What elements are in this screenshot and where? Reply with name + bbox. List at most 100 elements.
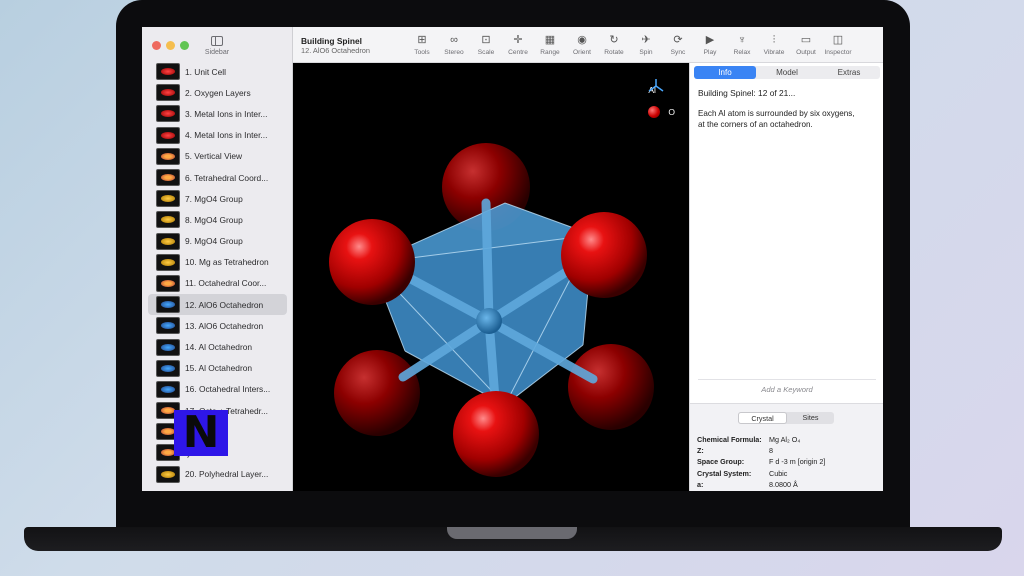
inspector-panel: Info Model Extras Building Spinel: 12 of… — [689, 63, 883, 491]
sidebar-item[interactable]: 6. Tetrahedral Coord... — [148, 167, 287, 188]
sidebar-item[interactable]: 16. Octahedral Inters... — [148, 379, 287, 400]
glasses-icon: ∞ — [450, 34, 458, 46]
legend-al: Al — [648, 79, 675, 101]
sidebar-item[interactable]: 9. MgO4 Group — [148, 231, 287, 252]
slide-thumbnail — [156, 359, 180, 377]
toolbar-label: Inspector — [824, 49, 852, 56]
sidebar-item-label: 9. MgO4 Group — [185, 236, 243, 247]
output-button[interactable]: ▭ Output — [790, 33, 822, 56]
slide-thumbnail — [156, 380, 180, 398]
sidebar-item-label: 15. Al Octahedron — [185, 363, 253, 374]
slide-thumbnail — [156, 169, 180, 187]
tab-info[interactable]: Info — [694, 66, 756, 79]
sidebar-item[interactable]: 10. Mg as Tetrahedron — [148, 252, 287, 273]
slide-thumbnail — [156, 105, 180, 123]
sidebar-item[interactable]: 14. Al Octahedron — [148, 336, 287, 357]
rotate-icon: ↻ — [609, 34, 619, 46]
slide-thumbnail — [156, 338, 180, 356]
slide-thumbnail — [156, 147, 180, 165]
property-value: 8 — [769, 446, 773, 456]
oxygen-sphere-bottom — [453, 391, 539, 477]
sidebar-item-label: 5. Vertical View — [185, 151, 243, 162]
range-button[interactable]: ▦ Range — [534, 33, 566, 56]
slide-thumbnail — [156, 84, 180, 102]
tab-extras[interactable]: Extras — [818, 66, 880, 79]
sidebar-item[interactable]: 3. Metal Ions in Inter... — [148, 103, 287, 124]
octahedron-model — [329, 143, 654, 477]
toolbar-label: Range — [540, 49, 560, 56]
tab-model[interactable]: Model — [756, 66, 818, 79]
sidebar-toggle-button[interactable]: Sidebar — [200, 36, 234, 56]
sidebar-item[interactable]: 11. Octahedral Coor... — [148, 273, 287, 294]
toolbar-label: Spin — [639, 49, 653, 56]
legend-o-label: O — [668, 107, 675, 117]
property-key: a: — [697, 479, 704, 489]
sidebar: Sidebar 1. Unit Cell 2. Oxygen Layers 3. M… — [142, 27, 293, 491]
slide-thumbnail — [156, 126, 180, 144]
relax-button[interactable]: ♆ Relax — [726, 33, 758, 56]
sidebar-item-label: 20. Polyhedral Layer... — [185, 469, 269, 480]
sidebar-item[interactable]: 2. Oxygen Layers — [148, 82, 287, 103]
sidebar-item[interactable]: 8. MgO4 Group — [148, 209, 287, 230]
segment-sites[interactable]: Sites — [787, 412, 834, 424]
property-key: Crystal System: — [697, 468, 752, 478]
rotate-button[interactable]: ↻ Rotate — [598, 33, 630, 56]
property-row: Z: 8 — [697, 446, 825, 457]
sidebar-item[interactable]: 4. Metal Ions in Inter... — [148, 125, 287, 146]
relax-icon: ♆ — [737, 34, 747, 46]
legend-o: O — [648, 101, 675, 123]
sidebar-item[interactable]: 7. MgO4 Group — [148, 188, 287, 209]
segment-crystal[interactable]: Crystal — [738, 412, 787, 424]
axes-icon — [648, 79, 664, 92]
slide-thumbnail — [156, 190, 180, 208]
property-value: Cubic — [769, 468, 788, 478]
sidebar-item-label: 16. Octahedral Inters... — [185, 384, 271, 395]
property-value: 8.0800 Å — [769, 479, 798, 489]
sidebar-item-label: 11. Octahedral Coor... — [185, 278, 267, 289]
oxygen-sphere-icon — [648, 106, 661, 118]
sidebar-item-label: 8. MgO4 Group — [185, 214, 243, 225]
minimize-button[interactable] — [166, 41, 175, 50]
info-title: Building Spinel: 12 of 21... — [698, 88, 796, 98]
document-subtitle: 12. AlO6 Octahedron — [301, 46, 371, 55]
grid-icon: ▦ — [544, 34, 556, 46]
scale-button[interactable]: ⊡ Scale — [470, 33, 502, 56]
property-value: F d -3 m [origin 2] — [769, 457, 826, 467]
property-key: Z: — [697, 446, 704, 456]
oxygen-sphere-back-left — [334, 350, 420, 436]
vibrate-button[interactable]: ⫶ Vibrate — [758, 33, 790, 56]
stereo-button[interactable]: ∞ Stereo — [438, 33, 470, 56]
briefcase-icon: ⊞ — [417, 34, 427, 46]
sidebar-item[interactable]: 5. Vertical View — [148, 146, 287, 167]
crosshair-icon: ✛ — [513, 34, 523, 46]
toolbar-label: Sync — [670, 49, 686, 56]
toolbar: ⊞ Tools ∞ Stereo ⊡ Scale ✛ Centre ▦ Range ◉ Orient ↻… — [406, 33, 854, 56]
close-button[interactable] — [152, 41, 161, 50]
centre-button[interactable]: ✛ Centre — [502, 33, 534, 56]
sync-button[interactable]: ⟳ Sync — [662, 33, 694, 56]
sidebar-item[interactable]: 12. AlO6 Octahedron — [148, 294, 287, 316]
add-keyword-field[interactable]: Add a Keyword — [690, 385, 883, 394]
sidebar-item[interactable]: 13. AlO6 Octahedron — [148, 315, 287, 336]
slide-thumbnail — [156, 465, 180, 483]
n-logo-badge: N — [174, 410, 228, 456]
spin-button[interactable]: ✈ Spin — [630, 33, 662, 56]
slide-thumbnail — [156, 253, 180, 271]
sidebar-item[interactable]: 20. Polyhedral Layer... — [148, 464, 287, 485]
details-segmented-control: Crystal Sites — [738, 412, 834, 424]
toolbar-label: Vibrate — [763, 49, 785, 56]
sidebar-item[interactable]: 1. Unit Cell — [148, 61, 287, 82]
window-controls — [152, 41, 189, 50]
play-button[interactable]: ▶ Play — [694, 33, 726, 56]
structure-viewport[interactable]: Al O — [293, 63, 689, 491]
scale-icon: ⊡ — [481, 34, 491, 46]
oxygen-sphere-right — [561, 212, 647, 298]
aluminium-atom — [476, 308, 502, 334]
app-window: Sidebar 1. Unit Cell 2. Oxygen Layers 3. M… — [142, 27, 883, 491]
inspector-button[interactable]: ◫ Inspector — [822, 33, 854, 56]
zoom-button[interactable] — [180, 41, 189, 50]
orient-button[interactable]: ◉ Orient — [566, 33, 598, 56]
sidebar-item[interactable]: 15. Al Octahedron — [148, 358, 287, 379]
sidebar-item-label: 3. Metal Ions in Inter... — [185, 108, 268, 119]
tools-button[interactable]: ⊞ Tools — [406, 33, 438, 56]
